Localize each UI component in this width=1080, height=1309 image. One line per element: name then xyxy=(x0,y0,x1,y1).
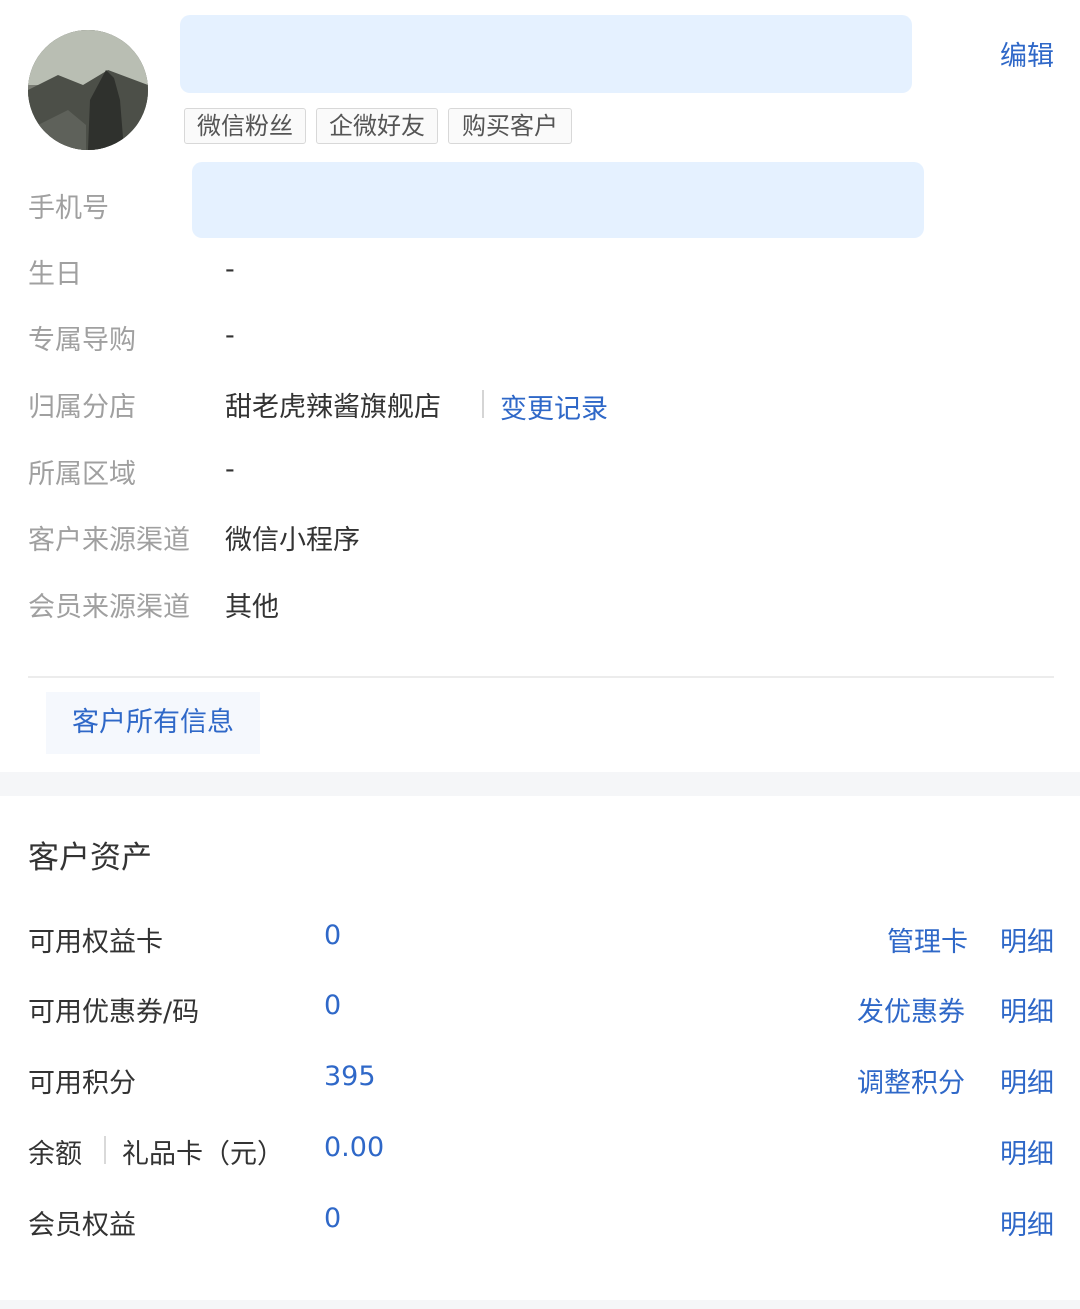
points-detail-link[interactable]: 明细 xyxy=(1000,1061,1054,1100)
asset-value-balance[interactable]: 0.00 xyxy=(324,1132,384,1163)
edit-link[interactable]: 编辑 xyxy=(1000,34,1054,73)
member-source-label: 会员来源渠道 xyxy=(28,592,190,623)
assets-title: 客户资产 xyxy=(28,840,152,876)
name-redacted xyxy=(180,15,912,93)
manage-card-link[interactable]: 管理卡 xyxy=(887,920,968,959)
tag-buying-customer: 购买客户 xyxy=(448,108,572,144)
store-label: 归属分店 xyxy=(28,392,136,423)
send-coupon-link[interactable]: 发优惠券 xyxy=(857,990,965,1029)
phone-label: 手机号 xyxy=(28,193,109,224)
all-customer-info-button[interactable]: 客户所有信息 xyxy=(46,692,260,754)
phone-redacted xyxy=(192,162,924,238)
adjust-points-link[interactable]: 调整积分 xyxy=(857,1061,965,1100)
asset-value-member-benefits[interactable]: 0 xyxy=(324,1203,341,1234)
balance-detail-link[interactable]: 明细 xyxy=(1000,1132,1054,1171)
customer-source-value: 微信小程序 xyxy=(225,525,360,556)
store-value: 甜老虎辣酱旗舰店 xyxy=(225,392,441,423)
birthday-value: - xyxy=(225,254,235,285)
avatar-image xyxy=(28,30,148,150)
store-history-link[interactable]: 变更记录 xyxy=(500,387,608,426)
asset-label-gift-card: 礼品卡（元） xyxy=(122,1139,284,1170)
guide-label: 专属导购 xyxy=(28,325,136,356)
region-value: - xyxy=(225,454,235,485)
divider xyxy=(28,676,1054,678)
store-separator xyxy=(482,390,484,418)
asset-value-coupon[interactable]: 0 xyxy=(324,990,341,1021)
member-source-value: 其他 xyxy=(225,592,279,623)
asset-label-coupon: 可用优惠券/码 xyxy=(28,997,200,1028)
member-benefits-detail-link[interactable]: 明细 xyxy=(1000,1203,1054,1242)
tag-wechat-fan: 微信粉丝 xyxy=(184,108,306,144)
benefit-card-detail-link[interactable]: 明细 xyxy=(1000,920,1054,959)
birthday-label: 生日 xyxy=(28,259,82,290)
asset-label-member-benefits: 会员权益 xyxy=(28,1210,136,1241)
balance-separator xyxy=(104,1136,106,1164)
asset-value-points[interactable]: 395 xyxy=(324,1061,376,1092)
bottom-gap xyxy=(0,1300,1080,1309)
customer-source-label: 客户来源渠道 xyxy=(28,525,190,556)
guide-value: - xyxy=(225,320,235,351)
asset-label-balance: 余额 xyxy=(28,1139,82,1170)
avatar xyxy=(28,30,148,150)
tag-wecom-friend: 企微好友 xyxy=(316,108,438,144)
section-gap xyxy=(0,772,1080,796)
asset-value-benefit-card[interactable]: 0 xyxy=(324,920,341,951)
asset-label-points: 可用积分 xyxy=(28,1068,136,1099)
region-label: 所属区域 xyxy=(28,459,136,490)
asset-label-benefit-card: 可用权益卡 xyxy=(28,927,163,958)
coupon-detail-link[interactable]: 明细 xyxy=(1000,990,1054,1029)
